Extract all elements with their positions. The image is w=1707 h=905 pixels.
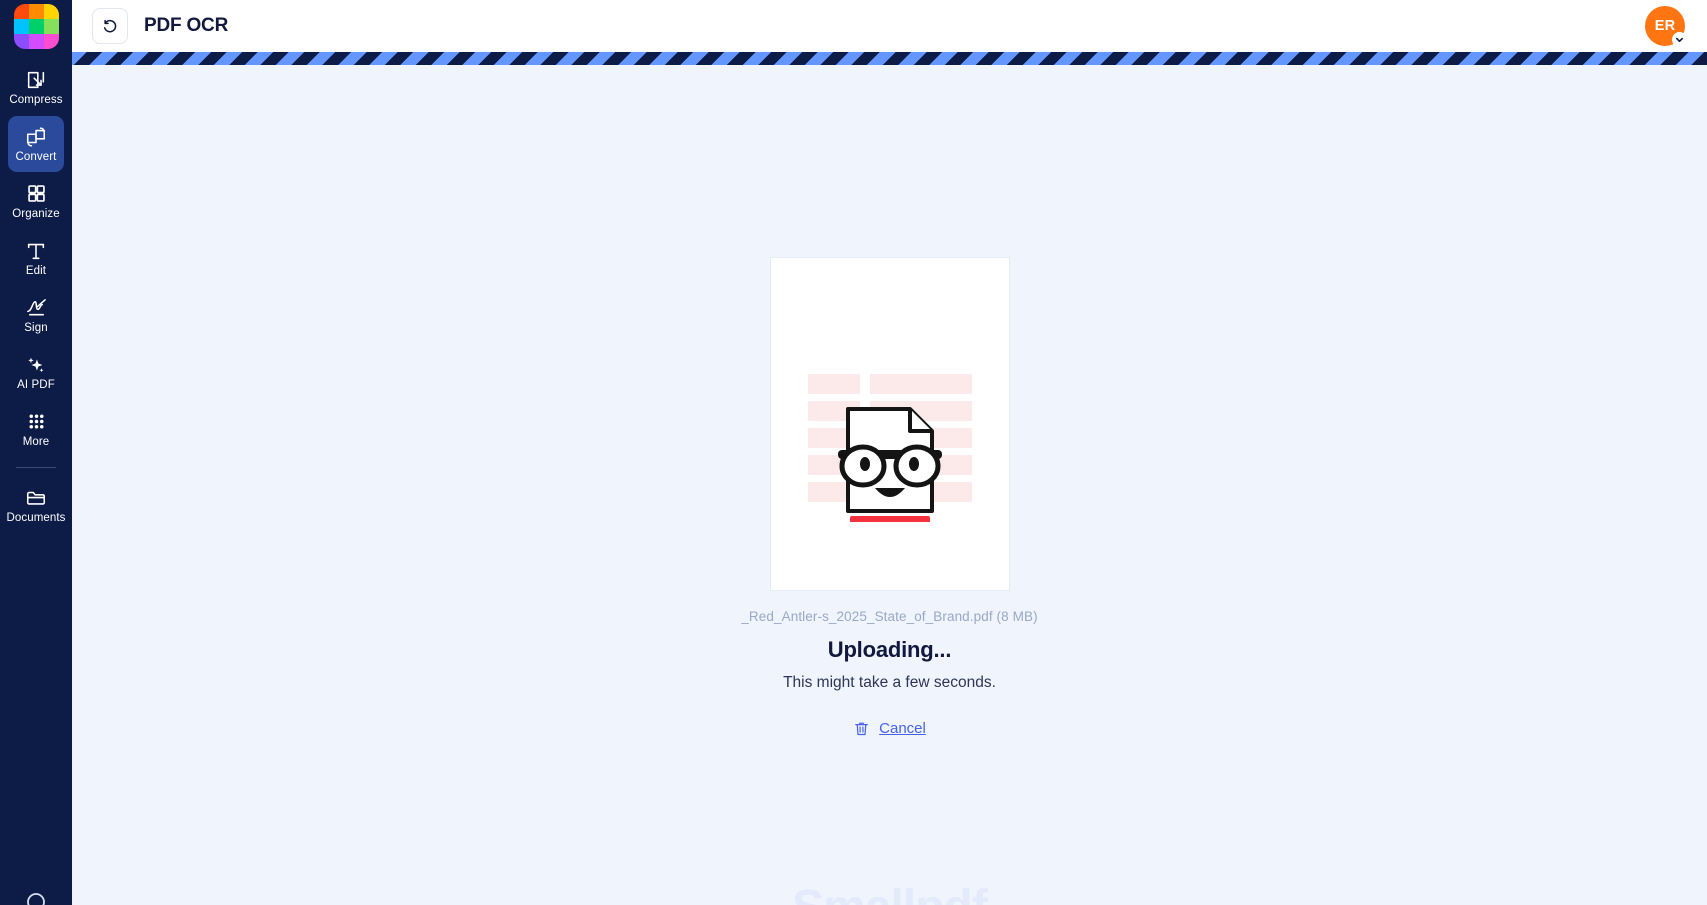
sidebar-item-more[interactable]: More bbox=[8, 401, 64, 457]
svg-text:PDF: PDF bbox=[873, 519, 907, 522]
striped-progress-divider bbox=[72, 52, 1707, 65]
convert-icon bbox=[25, 126, 47, 148]
sidebar-item-edit[interactable]: Edit bbox=[8, 230, 64, 286]
uploaded-file-name: _Red_Antler-s_2025_State_of_Brand.pdf (8… bbox=[741, 609, 1038, 624]
sidebar-item-label: Sign bbox=[24, 321, 48, 334]
logo-tile-8 bbox=[43, 34, 59, 49]
page-title: PDF OCR bbox=[144, 15, 229, 36]
trash-icon bbox=[855, 722, 868, 736]
cancel-label: Cancel bbox=[879, 720, 926, 737]
app-root: Compress Convert Organize Edit Sign AI PDF Mor… bbox=[0, 0, 1707, 905]
edit-text-icon bbox=[25, 240, 47, 262]
main-content: PDF _Red_Antler-s_2025_State_of_Brand.pd… bbox=[72, 65, 1707, 905]
sidebar-bottom-actions bbox=[0, 890, 72, 905]
sidebar-divider bbox=[16, 467, 56, 468]
logo-tile-6 bbox=[13, 34, 29, 49]
upload-status-block: PDF _Red_Antler-s_2025_State_of_Brand.pd… bbox=[630, 257, 1150, 737]
account-menu-button[interactable]: ER bbox=[1645, 6, 1687, 47]
logo-tile-0 bbox=[13, 4, 29, 19]
sidebar-item-sign[interactable]: Sign bbox=[8, 287, 64, 343]
grid-dots-icon bbox=[26, 411, 47, 433]
sidebar-item-label: Compress bbox=[9, 93, 63, 106]
content-column: PDF OCR ER _Red_Antler-s_2025_State_of_B… bbox=[72, 0, 1707, 905]
folder-icon bbox=[25, 487, 47, 509]
logo-tile-5 bbox=[43, 19, 59, 34]
sidebar: Compress Convert Organize Edit Sign AI PDF Mor… bbox=[0, 0, 72, 905]
organize-icon bbox=[26, 183, 47, 205]
signature-icon bbox=[25, 297, 48, 319]
sidebar-item-convert[interactable]: Convert bbox=[8, 116, 64, 172]
sidebar-item-compress[interactable]: Compress bbox=[8, 59, 64, 115]
brand-watermark: Smallpdf bbox=[72, 880, 1707, 905]
logo-tile-7 bbox=[28, 34, 44, 49]
sidebar-item-label: AI PDF bbox=[17, 378, 55, 391]
upload-status-title: Uploading... bbox=[827, 637, 952, 662]
pdf-document-illustration-icon: PDF bbox=[807, 374, 972, 522]
sidebar-item-label: Documents bbox=[6, 511, 66, 524]
brand-logo-button[interactable] bbox=[0, 4, 72, 49]
sidebar-nav: Compress Convert Organize Edit Sign AI PDF Mor… bbox=[0, 59, 72, 534]
logo-tile-3 bbox=[13, 19, 29, 34]
upload-status-subtitle: This might take a few seconds. bbox=[783, 674, 996, 691]
undo-arrow-icon bbox=[103, 19, 117, 33]
help-circle-icon[interactable] bbox=[24, 890, 48, 905]
logo-tile-4 bbox=[28, 19, 44, 34]
logo-tile-2 bbox=[43, 4, 59, 19]
sidebar-item-organize[interactable]: Organize bbox=[8, 173, 64, 229]
sparkles-icon bbox=[25, 354, 47, 376]
sidebar-item-label: Organize bbox=[12, 207, 60, 220]
cancel-upload-button[interactable]: Cancel bbox=[853, 720, 926, 737]
smallpdf-logo-icon bbox=[13, 4, 59, 49]
document-preview-card: PDF bbox=[769, 257, 1010, 591]
top-header: PDF OCR ER bbox=[72, 0, 1707, 52]
sidebar-item-label: Convert bbox=[15, 150, 57, 163]
reset-back-button[interactable] bbox=[92, 8, 128, 44]
chevron-down-icon bbox=[1672, 32, 1687, 47]
compress-icon bbox=[25, 69, 47, 91]
sidebar-item-label: More bbox=[22, 435, 50, 448]
sidebar-item-ai-pdf[interactable]: AI PDF bbox=[8, 344, 64, 400]
sidebar-item-label: Edit bbox=[25, 264, 47, 277]
sidebar-item-documents[interactable]: Documents bbox=[6, 477, 66, 533]
logo-tile-1 bbox=[28, 4, 44, 19]
